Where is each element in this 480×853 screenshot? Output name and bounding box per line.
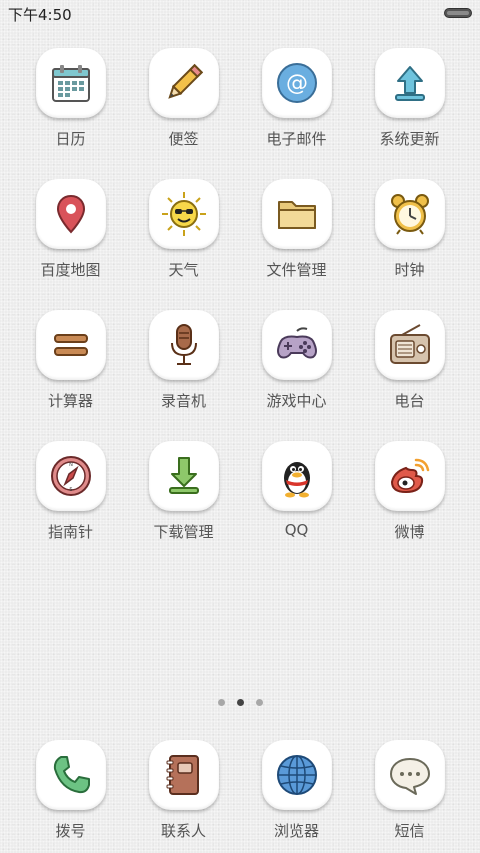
app-label: 电台 (394, 392, 425, 410)
app-label: 系统更新 (379, 130, 440, 148)
weibo-icon (374, 441, 445, 511)
globe-icon (261, 740, 332, 810)
app-label: 游戏中心 (266, 392, 327, 410)
app-label: 联系人 (160, 822, 206, 840)
dock-phone[interactable]: 拨号 (14, 740, 127, 850)
app-grid: 日历 便签 @ 电子邮件 系统更新 百度地图 天气 文件管理 时钟 计算器 录音… (14, 48, 466, 572)
alarm-clock-icon (374, 179, 445, 249)
app-label: 录音机 (160, 392, 206, 410)
map-pin-icon (35, 179, 106, 249)
app-file-manager[interactable]: 文件管理 (240, 179, 353, 310)
app-row: 日历 便签 @ 电子邮件 系统更新 (14, 48, 466, 179)
app-label: 日历 (55, 130, 86, 148)
app-label: 指南针 (47, 523, 93, 541)
app-system-update[interactable]: 系统更新 (353, 48, 466, 179)
page-dot[interactable] (255, 699, 263, 706)
microphone-icon (148, 310, 219, 380)
app-qq[interactable]: QQ (240, 441, 353, 572)
app-baidu-map[interactable]: 百度地图 (14, 179, 127, 310)
status-time: 下午4:50 (8, 6, 72, 24)
app-label: 百度地图 (40, 261, 101, 279)
svg-text:N: N (69, 462, 73, 468)
folder-icon (261, 179, 332, 249)
gamepad-icon (261, 310, 332, 380)
calculator-icon (35, 310, 106, 380)
qq-penguin-icon (261, 441, 332, 511)
app-label: 微博 (394, 523, 425, 541)
app-label: 便签 (168, 130, 199, 148)
app-label: 浏览器 (273, 822, 319, 840)
download-icon (148, 441, 219, 511)
message-bubble-icon (374, 740, 445, 810)
app-row: 百度地图 天气 文件管理 时钟 (14, 179, 466, 310)
compass-icon: NS (35, 441, 106, 511)
app-weather[interactable]: 天气 (127, 179, 240, 310)
page-dot[interactable] (217, 699, 225, 706)
app-label: 文件管理 (266, 261, 327, 279)
status-bar: 下午4:50 (0, 0, 480, 26)
dock-messages[interactable]: 短信 (353, 740, 466, 850)
radio-icon (374, 310, 445, 380)
app-calculator[interactable]: 计算器 (14, 310, 127, 441)
app-row: 计算器 录音机 游戏中心 电台 (14, 310, 466, 441)
app-label: 计算器 (47, 392, 93, 410)
app-download-manager[interactable]: 下载管理 (127, 441, 240, 572)
dock-contacts[interactable]: 联系人 (127, 740, 240, 850)
app-label: 天气 (168, 261, 199, 279)
app-row: NS 指南针 下载管理 QQ 微博 (14, 441, 466, 572)
app-weibo[interactable]: 微博 (353, 441, 466, 572)
app-label: QQ (284, 521, 309, 539)
app-label: 时钟 (394, 261, 425, 279)
pencil-icon (148, 48, 219, 118)
app-label: 短信 (394, 822, 425, 840)
update-arrow-icon (374, 48, 445, 118)
app-compass[interactable]: NS 指南针 (14, 441, 127, 572)
page-dot-active[interactable] (236, 699, 244, 706)
battery-icon (444, 8, 472, 18)
dock: 拨号 联系人 浏览器 短信 (14, 740, 466, 850)
app-label: 下载管理 (153, 523, 214, 541)
app-radio[interactable]: 电台 (353, 310, 466, 441)
app-calendar[interactable]: 日历 (14, 48, 127, 179)
phone-icon (35, 740, 106, 810)
svg-text:@: @ (286, 71, 308, 96)
app-clock[interactable]: 时钟 (353, 179, 466, 310)
email-at-icon: @ (261, 48, 332, 118)
calendar-icon (35, 48, 106, 118)
app-label: 电子邮件 (266, 130, 327, 148)
app-label: 拨号 (55, 822, 86, 840)
svg-text:S: S (69, 487, 72, 493)
app-email[interactable]: @ 电子邮件 (240, 48, 353, 179)
app-recorder[interactable]: 录音机 (127, 310, 240, 441)
sun-icon (148, 179, 219, 249)
app-notes[interactable]: 便签 (127, 48, 240, 179)
app-game-center[interactable]: 游戏中心 (240, 310, 353, 441)
dock-browser[interactable]: 浏览器 (240, 740, 353, 850)
page-indicator (0, 699, 480, 706)
contacts-book-icon (148, 740, 219, 810)
